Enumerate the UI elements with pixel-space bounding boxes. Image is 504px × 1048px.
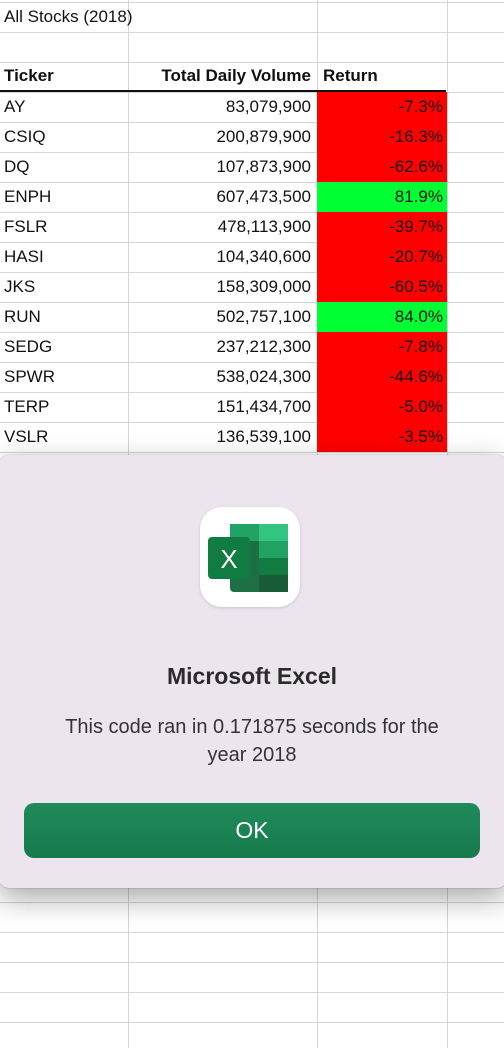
ticker-cell[interactable]: AY: [0, 92, 128, 122]
return-cell[interactable]: 84.0%: [317, 302, 447, 332]
ticker-cell[interactable]: JKS: [0, 272, 128, 302]
volume-cell[interactable]: 107,873,900: [129, 152, 317, 182]
dialog-title: Microsoft Excel: [167, 663, 337, 689]
row-gridline: [0, 992, 504, 993]
row-gridline: [0, 1022, 504, 1023]
volume-cell[interactable]: 538,024,300: [129, 362, 317, 392]
row-gridline: [0, 452, 504, 453]
header-total-daily-volume[interactable]: Total Daily Volume: [129, 61, 317, 91]
ticker-cell[interactable]: SPWR: [0, 362, 128, 392]
return-cell[interactable]: -3.5%: [317, 422, 447, 452]
volume-cell[interactable]: 200,879,900: [129, 122, 317, 152]
return-cell[interactable]: -62.6%: [317, 152, 447, 182]
row-gridline: [0, 32, 504, 33]
volume-cell[interactable]: 136,539,100: [129, 422, 317, 452]
header-ticker[interactable]: Ticker: [0, 61, 128, 91]
ticker-cell[interactable]: VSLR: [0, 422, 128, 452]
sheet-title[interactable]: All Stocks (2018): [4, 2, 314, 32]
volume-cell[interactable]: 151,434,700: [129, 392, 317, 422]
return-cell[interactable]: -16.3%: [317, 122, 447, 152]
excel-app-icon: X: [200, 507, 300, 607]
return-cell[interactable]: -7.8%: [317, 332, 447, 362]
ticker-cell[interactable]: CSIQ: [0, 122, 128, 152]
volume-cell[interactable]: 158,309,000: [129, 272, 317, 302]
return-cell[interactable]: -20.7%: [317, 242, 447, 272]
row-gridline: [0, 932, 504, 933]
ticker-cell[interactable]: TERP: [0, 392, 128, 422]
volume-cell[interactable]: 478,113,900: [129, 212, 317, 242]
header-return[interactable]: Return: [317, 61, 447, 91]
ticker-cell[interactable]: HASI: [0, 242, 128, 272]
return-cell[interactable]: -5.0%: [317, 392, 447, 422]
ticker-cell[interactable]: FSLR: [0, 212, 128, 242]
excel-logo-icon: X: [208, 524, 288, 592]
return-cell[interactable]: -44.6%: [317, 362, 447, 392]
ticker-cell[interactable]: ENPH: [0, 182, 128, 212]
row-gridline: [0, 962, 504, 963]
alert-dialog: X Microsoft Excel This code ran in 0.171…: [0, 455, 504, 888]
return-cell[interactable]: -60.5%: [317, 272, 447, 302]
ticker-cell[interactable]: SEDG: [0, 332, 128, 362]
volume-cell[interactable]: 607,473,500: [129, 182, 317, 212]
return-cell[interactable]: -39.7%: [317, 212, 447, 242]
volume-cell[interactable]: 104,340,600: [129, 242, 317, 272]
dialog-message: This code ran in 0.171875 seconds for th…: [65, 716, 439, 766]
return-cell[interactable]: -7.3%: [317, 92, 447, 122]
ok-button[interactable]: OK: [24, 803, 480, 858]
ticker-cell[interactable]: DQ: [0, 152, 128, 182]
row-gridline: [0, 902, 504, 903]
volume-cell[interactable]: 237,212,300: [129, 332, 317, 362]
return-cell[interactable]: 81.9%: [317, 182, 447, 212]
volume-cell[interactable]: 502,757,100: [129, 302, 317, 332]
ticker-cell[interactable]: RUN: [0, 302, 128, 332]
excel-logo-letter: X: [220, 544, 237, 574]
volume-cell[interactable]: 83,079,900: [129, 92, 317, 122]
